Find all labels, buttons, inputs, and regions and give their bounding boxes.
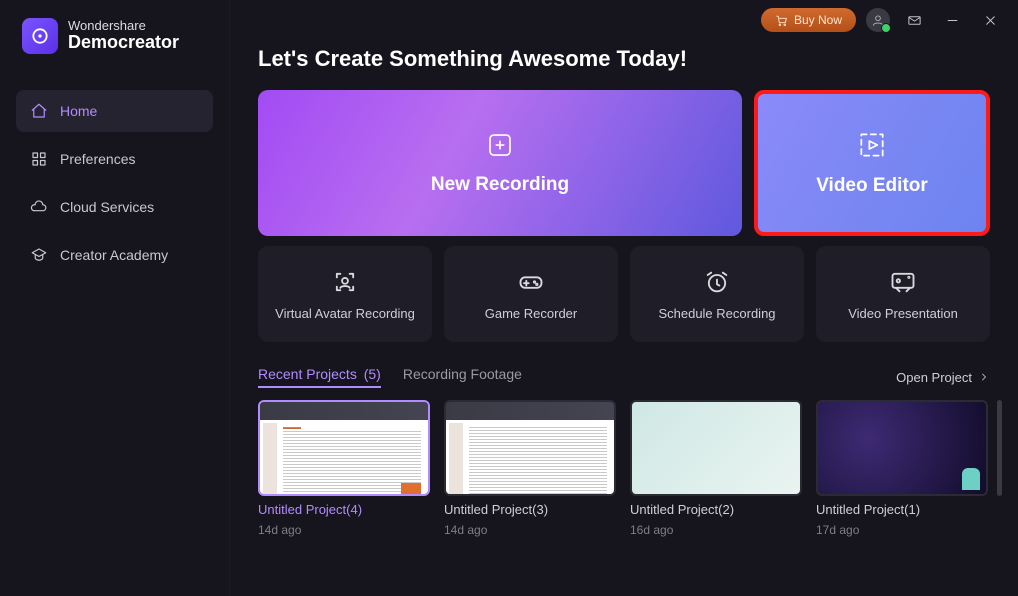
project-name: Untitled Project(4)	[258, 502, 430, 517]
card-label: Virtual Avatar Recording	[275, 306, 415, 321]
tab-recent-projects[interactable]: Recent Projects (5)	[258, 366, 381, 388]
sidebar-item-label: Home	[60, 103, 97, 119]
projects-scrollbar[interactable]	[997, 400, 1002, 496]
academy-icon	[30, 246, 48, 264]
mail-button[interactable]	[900, 6, 928, 34]
project-item[interactable]: Untitled Project(1) 17d ago	[816, 400, 988, 537]
tab-count: (5)	[364, 366, 381, 382]
brand-product: Democreator	[68, 33, 179, 53]
project-name: Untitled Project(2)	[630, 502, 802, 517]
brand-company: Wondershare	[68, 19, 179, 33]
presentation-icon	[889, 268, 917, 296]
project-meta: 14d ago	[258, 523, 430, 537]
minimize-icon	[945, 13, 960, 28]
sidebar-item-label: Cloud Services	[60, 199, 154, 215]
grid-icon	[30, 150, 48, 168]
close-button[interactable]	[976, 6, 1004, 34]
open-project-label: Open Project	[896, 370, 972, 385]
sidebar-item-academy[interactable]: Creator Academy	[16, 234, 213, 276]
project-item[interactable]: Untitled Project(3) 14d ago	[444, 400, 616, 537]
video-presentation-card[interactable]: Video Presentation	[816, 246, 990, 342]
sidebar-item-label: Preferences	[60, 151, 135, 167]
avatar[interactable]	[866, 8, 890, 32]
avatar-record-icon	[331, 268, 359, 296]
chevron-right-icon	[978, 371, 990, 383]
home-icon	[30, 102, 48, 120]
project-meta: 17d ago	[816, 523, 988, 537]
mail-icon	[907, 13, 922, 28]
schedule-recording-card[interactable]: Schedule Recording	[630, 246, 804, 342]
play-dashed-icon	[856, 129, 888, 161]
card-label: Video Editor	[816, 175, 928, 197]
sidebar: Wondershare Democreator Home Preferences…	[0, 0, 230, 596]
close-icon	[983, 13, 998, 28]
sidebar-nav: Home Preferences Cloud Services Creator …	[16, 90, 213, 276]
buy-now-button[interactable]: Buy Now	[761, 8, 856, 32]
card-label: Video Presentation	[848, 306, 958, 321]
project-name: Untitled Project(1)	[816, 502, 988, 517]
gamepad-icon	[517, 268, 545, 296]
tab-label: Recent Projects	[258, 366, 357, 382]
project-meta: 16d ago	[630, 523, 802, 537]
secondary-cards-row: Virtual Avatar Recording Game Recorder S…	[258, 246, 990, 342]
project-thumb	[444, 400, 616, 496]
card-label: Game Recorder	[485, 306, 577, 321]
projects-list: ▬▬▬ Untitled Project(4) 14d ago Untitled…	[258, 400, 990, 537]
game-recorder-card[interactable]: Game Recorder	[444, 246, 618, 342]
main: Buy Now Let's Create Something Awesome T…	[230, 0, 1018, 596]
sidebar-item-home[interactable]: Home	[16, 90, 213, 132]
tabs: Recent Projects (5) Recording Footage	[258, 366, 522, 388]
app-logo: Wondershare Democreator	[16, 18, 213, 54]
project-thumb	[816, 400, 988, 496]
tab-recording-footage[interactable]: Recording Footage	[403, 366, 522, 388]
project-item[interactable]: ▬▬▬ Untitled Project(4) 14d ago	[258, 400, 430, 537]
page-title: Let's Create Something Awesome Today!	[258, 46, 990, 72]
video-editor-card[interactable]: Video Editor	[754, 90, 990, 236]
project-name: Untitled Project(3)	[444, 502, 616, 517]
open-project-button[interactable]: Open Project	[896, 370, 990, 385]
sidebar-item-label: Creator Academy	[60, 247, 168, 263]
alarm-icon	[703, 268, 731, 296]
card-label: Schedule Recording	[658, 306, 775, 321]
project-item[interactable]: Untitled Project(2) 16d ago	[630, 400, 802, 537]
project-thumb	[630, 400, 802, 496]
new-recording-card[interactable]: New Recording	[258, 90, 742, 236]
logo-badge	[22, 18, 58, 54]
project-meta: 14d ago	[444, 523, 616, 537]
cart-icon	[775, 14, 788, 27]
sidebar-item-cloud[interactable]: Cloud Services	[16, 186, 213, 228]
content: Let's Create Something Awesome Today! Ne…	[230, 40, 1018, 547]
minimize-button[interactable]	[938, 6, 966, 34]
cloud-icon	[30, 198, 48, 216]
project-thumb: ▬▬▬	[258, 400, 430, 496]
tabs-row: Recent Projects (5) Recording Footage Op…	[258, 366, 990, 388]
titlebar: Buy Now	[230, 0, 1018, 40]
primary-cards-row: New Recording Video Editor	[258, 90, 990, 236]
card-label: New Recording	[431, 174, 569, 196]
plus-square-icon	[485, 130, 515, 160]
buy-now-label: Buy Now	[794, 13, 842, 27]
user-icon	[871, 13, 885, 27]
tab-label: Recording Footage	[403, 366, 522, 382]
virtual-avatar-card[interactable]: Virtual Avatar Recording	[258, 246, 432, 342]
sidebar-item-preferences[interactable]: Preferences	[16, 138, 213, 180]
